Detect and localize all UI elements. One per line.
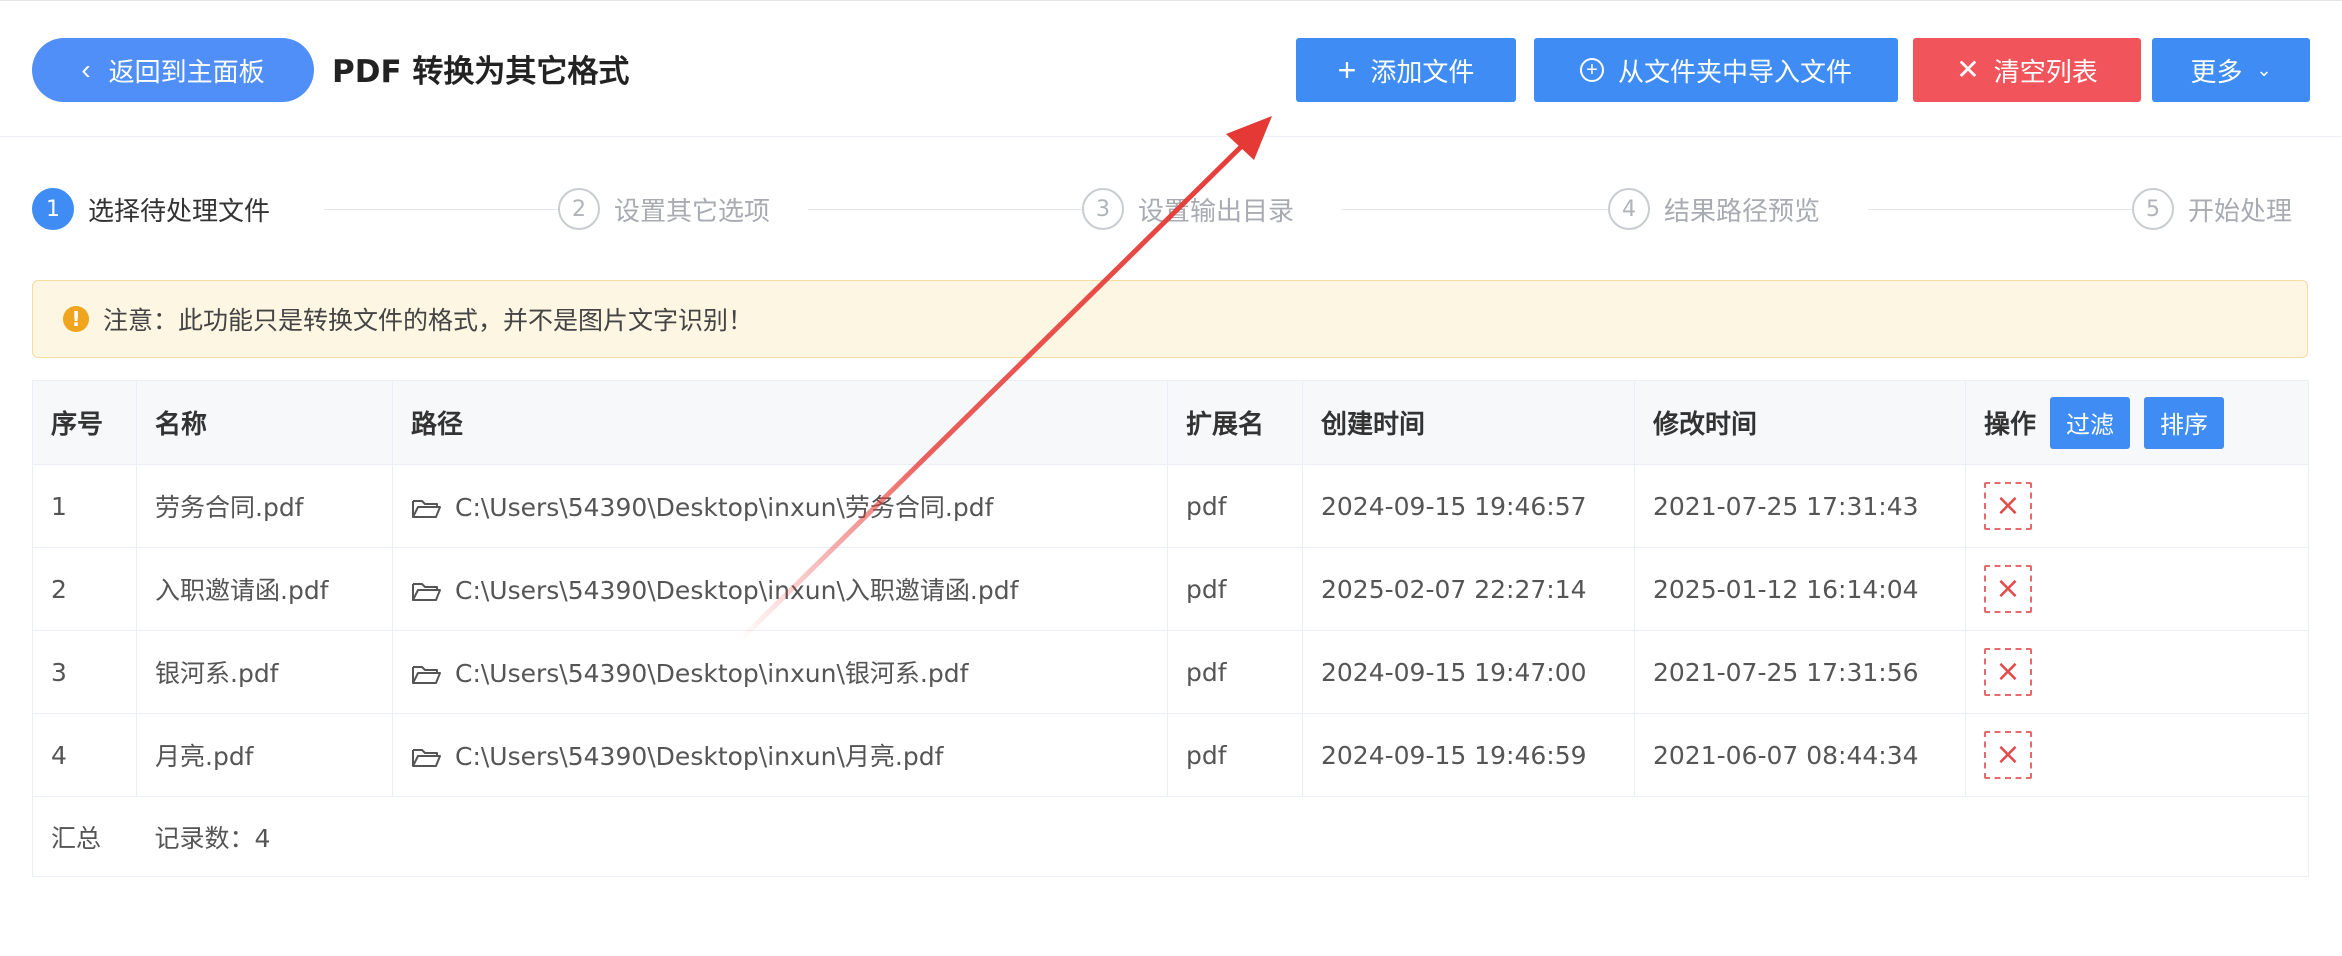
cell-created: 2025-02-07 22:27:14 (1302, 547, 1635, 631)
folder-open-icon (412, 666, 441, 684)
plus-circle-icon: + (1579, 58, 1604, 82)
step-1[interactable]: 1 选择待处理文件 (32, 188, 270, 230)
column-header-actions: 操作 过滤 排序 (1965, 380, 2309, 465)
step-number: 3 (1082, 188, 1124, 230)
cell-actions: × (1965, 464, 2309, 548)
step-label: 设置输出目录 (1138, 196, 1295, 227)
cell-path: C:\Users\54390\Desktop\inxun\入职邀请函.pdf (392, 547, 1168, 631)
cell-path: C:\Users\54390\Desktop\inxun\银河系.pdf (392, 630, 1168, 714)
step-label: 结果路径预览 (1664, 196, 1821, 227)
chevron-left-icon: ‹ (81, 54, 91, 85)
summary-label: 汇总 (32, 796, 137, 877)
file-table: 序号 名称 路径 扩展名 创建时间 修改时间 操作 过滤 排序 1 劳务合同.p… (32, 380, 2309, 877)
cell-ext: pdf (1167, 713, 1303, 797)
path-text: C:\Users\54390\Desktop\inxun\银河系.pdf (455, 659, 969, 688)
cell-index: 4 (32, 713, 137, 797)
back-button-label: 返回到主面板 (108, 56, 265, 87)
column-header-created: 创建时间 (1302, 380, 1635, 465)
path-text: C:\Users\54390\Desktop\inxun\入职邀请函.pdf (455, 576, 1019, 605)
cell-ext: pdf (1167, 630, 1303, 714)
path-text: C:\Users\54390\Desktop\inxun\劳务合同.pdf (455, 493, 994, 522)
add-file-button[interactable]: + 添加文件 (1296, 38, 1516, 102)
step-connector (1342, 209, 1614, 210)
delete-row-button[interactable]: × (1984, 648, 2032, 696)
folder-open-icon (412, 583, 441, 601)
plus-icon: + (1337, 52, 1357, 88)
table-row[interactable]: 4 月亮.pdf C:\Users\54390\Desktop\inxun\月亮… (32, 713, 2309, 797)
table-header-row: 序号 名称 路径 扩展名 创建时间 修改时间 操作 过滤 排序 (32, 380, 2309, 465)
cell-actions: × (1965, 713, 2309, 797)
folder-open-icon (412, 749, 441, 767)
back-to-main-button[interactable]: ‹ 返回到主面板 (32, 38, 314, 102)
filter-button[interactable]: 过滤 (2050, 396, 2131, 449)
actions-header-label: 操作 (1984, 410, 2037, 440)
cell-ext: pdf (1167, 464, 1303, 548)
clear-list-label: 清空列表 (1993, 56, 2098, 87)
step-label: 设置其它选项 (614, 196, 771, 227)
step-label: 开始处理 (2188, 196, 2293, 227)
path-text: C:\Users\54390\Desktop\inxun\月亮.pdf (455, 742, 944, 771)
table-row[interactable]: 2 入职邀请函.pdf C:\Users\54390\Desktop\inxun… (32, 547, 2309, 631)
more-label: 更多 (2190, 56, 2243, 87)
notice-text: 注意：此功能只是转换文件的格式，并不是图片文字识别！ (103, 306, 754, 335)
step-number: 1 (32, 188, 74, 230)
delete-row-button[interactable]: × (1984, 731, 2032, 779)
step-5[interactable]: 5 开始处理 (2132, 188, 2292, 230)
add-file-label: 添加文件 (1370, 56, 1475, 87)
step-3[interactable]: 3 设置输出目录 (1082, 188, 1294, 230)
cell-modified: 2025-01-12 16:14:04 (1634, 547, 1966, 631)
sort-button[interactable]: 排序 (2144, 396, 2225, 449)
column-header-modified: 修改时间 (1634, 380, 1966, 465)
import-folder-label: 从文件夹中导入文件 (1617, 56, 1852, 87)
step-connector (1868, 209, 2142, 210)
cell-index: 1 (32, 464, 137, 548)
cell-modified: 2021-06-07 08:44:34 (1634, 713, 1966, 797)
step-label: 选择待处理文件 (88, 196, 271, 227)
chevron-down-icon: ⌄ (2256, 59, 2272, 80)
more-button[interactable]: 更多 ⌄ (2152, 38, 2310, 102)
cell-created: 2024-09-15 19:46:57 (1302, 464, 1635, 548)
cell-modified: 2021-07-25 17:31:43 (1634, 464, 1966, 548)
cell-path: C:\Users\54390\Desktop\inxun\月亮.pdf (392, 713, 1168, 797)
step-connector (324, 209, 564, 210)
page-title: PDF 转换为其它格式 (332, 54, 630, 90)
clear-list-button[interactable]: ✕ 清空列表 (1913, 38, 2141, 102)
column-header-index: 序号 (32, 380, 137, 465)
cell-name: 劳务合同.pdf (136, 464, 393, 548)
step-number: 2 (558, 188, 600, 230)
folder-open-icon (412, 500, 441, 518)
step-number: 5 (2132, 188, 2174, 230)
step-number: 4 (1608, 188, 1650, 230)
cell-ext: pdf (1167, 547, 1303, 631)
column-header-name: 名称 (136, 380, 393, 465)
column-header-ext: 扩展名 (1167, 380, 1303, 465)
notice-banner: ! 注意：此功能只是转换文件的格式，并不是图片文字识别！ (32, 280, 2308, 358)
close-icon: ✕ (1956, 54, 1980, 85)
table-row[interactable]: 3 银河系.pdf C:\Users\54390\Desktop\inxun\银… (32, 630, 2309, 714)
step-indicator: 1 选择待处理文件 2 设置其它选项 3 设置输出目录 4 结果路径预览 5 开… (32, 180, 2312, 236)
step-connector (808, 209, 1084, 210)
delete-row-button[interactable]: × (1984, 482, 2032, 530)
warning-icon: ! (63, 306, 89, 332)
delete-row-button[interactable]: × (1984, 565, 2032, 613)
cell-path: C:\Users\54390\Desktop\inxun\劳务合同.pdf (392, 464, 1168, 548)
cell-actions: × (1965, 630, 2309, 714)
cell-index: 3 (32, 630, 137, 714)
record-count: 记录数：4 (136, 796, 2309, 877)
header-bar: ‹ 返回到主面板 PDF 转换为其它格式 + 添加文件 + 从文件夹中导入文件 … (0, 0, 2342, 137)
summary-row: 汇总 记录数：4 (32, 796, 2309, 877)
step-2[interactable]: 2 设置其它选项 (558, 188, 770, 230)
cell-index: 2 (32, 547, 137, 631)
cell-actions: × (1965, 547, 2309, 631)
cell-name: 银河系.pdf (136, 630, 393, 714)
cell-modified: 2021-07-25 17:31:56 (1634, 630, 1966, 714)
cell-name: 月亮.pdf (136, 713, 393, 797)
table-row[interactable]: 1 劳务合同.pdf C:\Users\54390\Desktop\inxun\… (32, 464, 2309, 548)
cell-created: 2024-09-15 19:47:00 (1302, 630, 1635, 714)
import-from-folder-button[interactable]: + 从文件夹中导入文件 (1534, 38, 1898, 102)
cell-name: 入职邀请函.pdf (136, 547, 393, 631)
column-header-path: 路径 (392, 380, 1168, 465)
cell-created: 2024-09-15 19:46:59 (1302, 713, 1635, 797)
step-4[interactable]: 4 结果路径预览 (1608, 188, 1820, 230)
